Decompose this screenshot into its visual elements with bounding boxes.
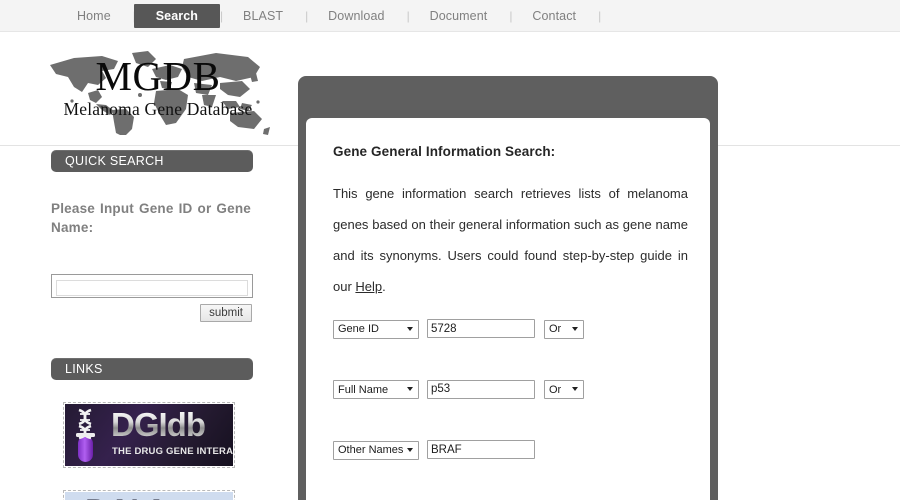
nav-item-home[interactable]: Home [55,0,133,32]
dgidb-tagline: THE DRUG GENE INTERACTIO [112,446,233,457]
main-panel-body: Gene General Information Search: This ge… [306,118,710,460]
search-form-row-2: Full Name Or [333,379,688,399]
quick-search-header: QUICK SEARCH [51,150,253,172]
quick-search-label: Please Input Gene ID or Gene Name: [51,201,251,235]
search-form: Gene ID Or [333,319,688,460]
nav-item-blast[interactable]: BLAST [221,0,305,32]
field-value-input-2[interactable] [427,379,535,399]
nav-item-document[interactable]: Document [408,0,510,32]
nav-separator: | [598,8,602,23]
top-navigation-bar: Home | Search | BLAST | Download | Docum… [0,0,900,32]
main-panel: Gene General Information Search: This ge… [306,118,710,500]
description-text-before-link: This gene information search retrieves l… [333,186,688,294]
page-root: Home | Search | BLAST | Download | Docum… [0,0,900,500]
field-value-input-3[interactable] [427,440,535,460]
quick-search-input[interactable] [56,280,248,296]
link-item-dna[interactable]: DNA [63,490,235,500]
operator-select-wrapper-1: Or [544,319,584,339]
field-select-1[interactable]: Gene ID [333,319,419,339]
logo-title: MGDB [95,53,221,99]
dna-test-tube-icon [76,408,95,462]
field-select-2[interactable]: Full Name [333,380,419,399]
nav-items-container: Home | Search | BLAST | Download | Docum… [55,0,602,32]
main-panel-frame: Gene General Information Search: This ge… [298,76,718,500]
page-title: Gene General Information Search: [333,144,556,159]
nav-item-search[interactable]: Search [133,3,221,28]
search-form-row-3: Other Names [333,440,688,460]
link-item-dgidb[interactable]: DGIdb THE DRUG GENE INTERACTIO [63,402,235,468]
dna-logo: DNA [65,492,233,500]
description-text-after-link: . [382,279,386,294]
nav-item-download[interactable]: Download [306,0,406,32]
field-select-3[interactable]: Other Names [333,440,419,460]
quick-search-box [51,274,253,298]
description-paragraph: This gene information search retrieves l… [333,178,688,302]
quick-search-submit-row: submit [51,303,252,322]
quick-search-submit-button[interactable]: submit [200,304,252,322]
links-header: LINKS [51,358,253,380]
dgidb-logo: DGIdb THE DRUG GENE INTERACTIO [65,404,233,466]
logo-subtitle: Melanoma Gene Database [63,99,253,119]
search-form-row-1: Gene ID Or [333,319,688,339]
operator-select-wrapper-2: Or [544,380,584,399]
sidebar: QUICK SEARCH Please Input Gene ID or Gen… [0,150,295,500]
field-value-input-1[interactable] [427,319,535,339]
field-select-wrapper-2: Full Name [333,380,419,399]
nav-item-contact[interactable]: Contact [510,0,598,32]
operator-select-2[interactable]: Or [544,380,584,399]
dgidb-wordmark: DGIdb [111,406,206,443]
operator-select-1[interactable]: Or [544,319,584,339]
help-link[interactable]: Help [355,279,382,294]
site-logo[interactable]: MGDB Melanoma Gene Database [44,47,272,135]
dna-wordmark: DNA [85,493,174,500]
field-select-wrapper-3: Other Names [333,440,419,460]
field-select-wrapper-1: Gene ID [333,319,419,339]
